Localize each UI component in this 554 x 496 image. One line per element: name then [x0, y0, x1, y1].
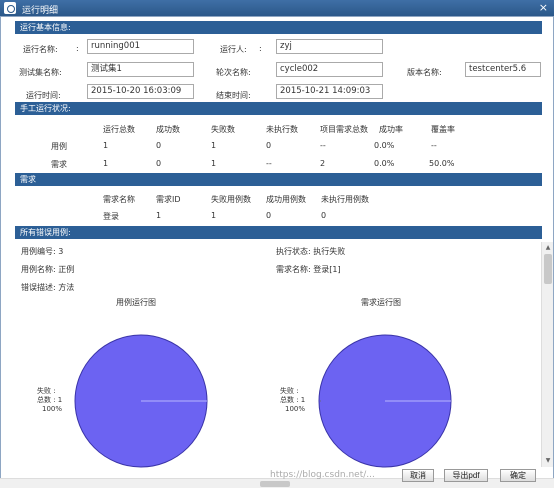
- error-exec-status: 执行状态: 执行失败: [276, 247, 346, 256]
- run-name-label: 运行名称:: [23, 45, 58, 54]
- manual-header-rate: 成功率: [379, 125, 403, 134]
- manual-cell: 0: [156, 159, 162, 168]
- export-pdf-button[interactable]: 导出pdf: [444, 469, 488, 482]
- app-logo-icon: [4, 2, 16, 14]
- manual-cell: 0.0%: [374, 159, 395, 168]
- version-field[interactable]: testcenter5.6: [465, 62, 541, 77]
- runner-field[interactable]: zyj: [276, 39, 383, 54]
- req-cell: 1: [156, 211, 162, 220]
- manual-header-success: 成功数: [156, 125, 180, 134]
- scroll-down-icon[interactable]: ▼: [544, 457, 552, 465]
- manual-cell: 0.0%: [374, 141, 395, 150]
- req-header-id: 需求ID: [156, 195, 181, 204]
- section-error-cases: 所有错误用例:: [15, 226, 542, 239]
- manual-cell: 0: [266, 141, 272, 150]
- run-time-label: 运行时间:: [26, 91, 61, 100]
- manual-cell: 50.0%: [429, 159, 455, 168]
- manual-cell: 1: [211, 159, 217, 168]
- testset-label: 测试集名称:: [19, 68, 62, 77]
- error-case-name: 用例名称: 正例: [21, 265, 75, 274]
- cycle-field[interactable]: cycle002: [276, 62, 383, 77]
- req-cell: 1: [211, 211, 217, 220]
- runner-label: 运行人:: [220, 45, 247, 54]
- run-name-field[interactable]: running001: [87, 39, 194, 54]
- manual-header-coverage: 覆盖率: [431, 125, 455, 134]
- req-cell: 登录: [103, 212, 119, 221]
- pie-label: 总数 : 1: [37, 395, 62, 404]
- end-time-field[interactable]: 2015-10-21 14:09:03: [276, 84, 383, 99]
- confirm-button[interactable]: 确定: [500, 469, 536, 482]
- req-cell: 0: [266, 211, 272, 220]
- manual-cell: --: [431, 141, 437, 150]
- scroll-up-icon[interactable]: ▲: [544, 244, 552, 252]
- dialog-content: 运行基本信息: 运行名称: : running001 运行人: : zyj 测试…: [0, 16, 554, 480]
- pie-label: 失败 :: [37, 386, 56, 395]
- h-scroll-thumb[interactable]: [260, 481, 290, 487]
- error-req-name: 需求名称: 登录[1]: [276, 265, 341, 274]
- pie-label: 100%: [42, 405, 62, 413]
- manual-cell: --: [320, 141, 326, 150]
- run-time-field[interactable]: 2015-10-20 16:03:09: [87, 84, 194, 99]
- close-icon[interactable]: ×: [539, 1, 548, 14]
- vertical-scrollbar[interactable]: ▲ ▼: [541, 242, 553, 467]
- version-label: 版本名称:: [407, 68, 442, 77]
- req-header-name: 需求名称: [103, 195, 135, 204]
- scroll-thumb[interactable]: [544, 254, 552, 284]
- manual-row-case-label: 用例: [51, 142, 67, 151]
- req-cell: 0: [321, 211, 327, 220]
- testset-field[interactable]: 测试集1: [87, 62, 194, 77]
- end-time-label: 结束时间:: [216, 91, 251, 100]
- manual-cell: 0: [156, 141, 162, 150]
- manual-cell: 1: [103, 141, 109, 150]
- manual-cell: 1: [211, 141, 217, 150]
- req-header-success: 成功用例数: [266, 195, 306, 204]
- section-requirements: 需求: [15, 173, 542, 186]
- pie-label: 总数 : 1: [280, 395, 305, 404]
- watermark: https://blog.csdn.net/...: [270, 470, 375, 480]
- error-desc: 错误描述: 方法: [21, 283, 75, 292]
- pie-charts: 失败 :总数 : 1100%失败 :总数 : 1100%: [37, 334, 452, 468]
- pie-label: 失败 :: [280, 386, 299, 395]
- manual-header-total: 运行总数: [103, 125, 135, 134]
- req-header-fail: 失败用例数: [211, 195, 251, 204]
- manual-cell: 2: [320, 159, 326, 168]
- section-manual-status: 手工运行状况:: [15, 102, 542, 115]
- cycle-label: 轮次名称:: [216, 68, 251, 77]
- pie-label: 100%: [285, 405, 305, 413]
- manual-header-notrun: 未执行数: [266, 125, 298, 134]
- manual-header-fail: 失败数: [211, 125, 235, 134]
- section-basic-info: 运行基本信息:: [15, 21, 542, 34]
- error-case-no: 用例编号: 3: [21, 247, 64, 256]
- manual-cell: --: [266, 159, 272, 168]
- manual-cell: 1: [103, 159, 109, 168]
- window-title: 运行明细: [22, 6, 59, 16]
- manual-header-reqtotal: 项目需求总数: [320, 125, 368, 134]
- req-header-notrun: 未执行用例数: [321, 195, 369, 204]
- cancel-button[interactable]: 取消: [402, 469, 434, 482]
- window-titlebar: 运行明细 ×: [0, 0, 554, 16]
- manual-row-req-label: 需求: [51, 160, 67, 169]
